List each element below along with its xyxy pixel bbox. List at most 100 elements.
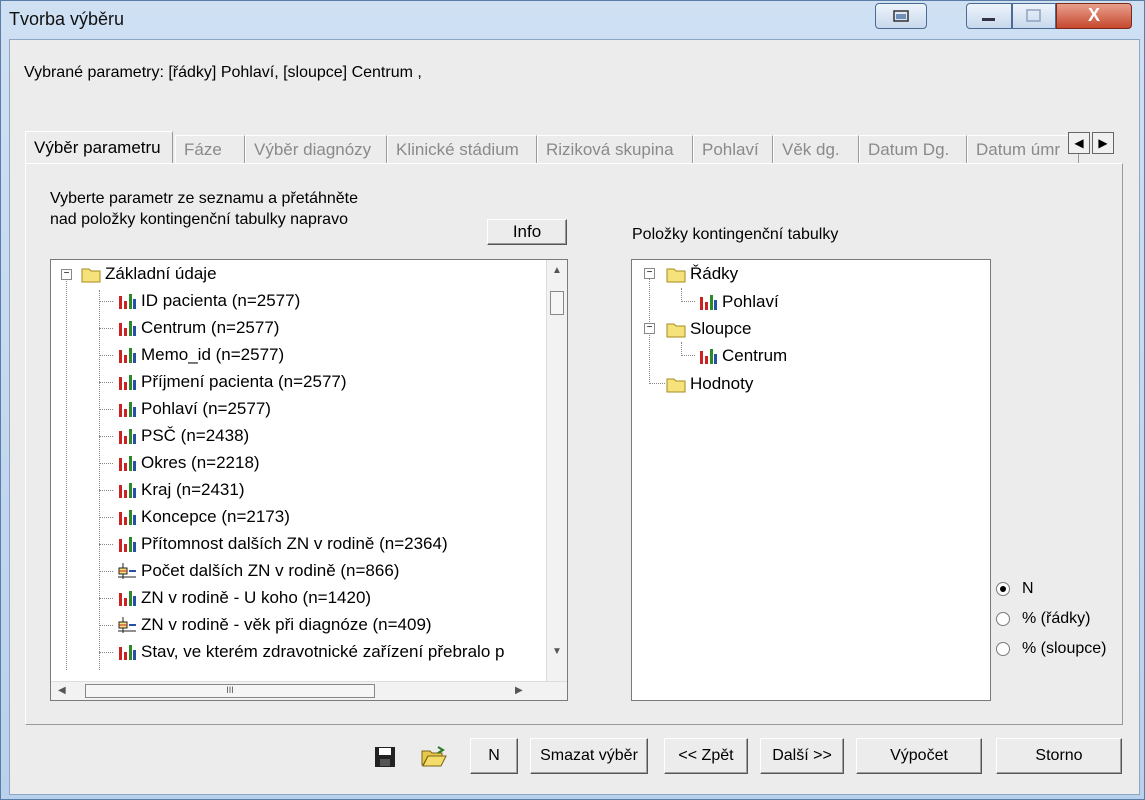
tree-item-label: Memo_id (n=2577) xyxy=(141,345,285,364)
tree-item-label: Příjmení pacienta (n=2577) xyxy=(141,372,347,391)
tree-line xyxy=(99,355,113,356)
tab-age-dg[interactable]: Věk dg. xyxy=(773,135,859,163)
collapse-toggle[interactable]: − xyxy=(644,323,655,334)
radio-label: % (řádky) xyxy=(1022,610,1091,627)
tree-item-label: Přítomnost dalších ZN v rodině (n=2364) xyxy=(141,534,448,553)
tree-line xyxy=(99,625,113,626)
tree-item-label: Pohlaví xyxy=(722,292,779,311)
tree-line xyxy=(99,598,113,599)
tab-panel: Vyberte parametr ze seznamu a přetáhněte… xyxy=(25,163,1123,725)
tab-sex[interactable]: Pohlaví xyxy=(693,135,773,163)
collapse-toggle[interactable]: − xyxy=(644,268,655,279)
instructions-line-1: Vyberte parametr ze seznamu a přetáhněte xyxy=(50,190,359,207)
tree-item-label: ZN v rodině - věk při diagnóze (n=409) xyxy=(141,615,432,634)
bar-chart-icon xyxy=(119,429,136,444)
tree-line xyxy=(66,274,67,670)
folder-icon xyxy=(81,268,101,283)
tab-parameter-selection[interactable]: Výběr parametru xyxy=(25,131,173,163)
clear-selection-button[interactable]: Smazat výběr xyxy=(530,738,648,774)
open-button[interactable] xyxy=(420,745,447,769)
next-button[interactable]: Další >> xyxy=(760,738,844,774)
bar-chart-icon xyxy=(119,321,136,336)
radio-indicator[interactable] xyxy=(996,642,1010,656)
tree-line xyxy=(99,463,113,464)
save-button[interactable] xyxy=(372,745,398,769)
scroll-thumb[interactable] xyxy=(550,291,564,315)
tree-line xyxy=(99,544,113,545)
folder-icon xyxy=(666,323,686,338)
contingency-items-label: Položky kontingenční tabulky xyxy=(632,226,839,243)
radio-indicator[interactable] xyxy=(996,582,1010,596)
tab-strip: Výběr parametru Fáze Výběr diagnózy Klin… xyxy=(25,131,1122,163)
tree-line xyxy=(99,436,113,437)
window: Tvorba výběru X Vybrané parametry: [řádk… xyxy=(0,0,1145,800)
tree-item-label: Centrum (n=2577) xyxy=(141,318,280,337)
parameter-tree[interactable]: − Základní údaje ID pacienta (n=2577) Cen… xyxy=(50,259,568,701)
tab-death-date[interactable]: Datum úmr xyxy=(967,135,1079,163)
close-icon: X xyxy=(1087,5,1100,25)
maximize-icon xyxy=(1026,9,1041,22)
scroll-left-icon: ◀ xyxy=(58,685,66,696)
tab-diagnosis[interactable]: Výběr diagnózy xyxy=(245,135,387,163)
tree-folder-label: Základní údaje xyxy=(105,264,217,283)
tree-line xyxy=(99,301,113,302)
back-button[interactable]: << Zpět xyxy=(664,738,748,774)
tab-clinical-stage[interactable]: Klinické stádium xyxy=(387,135,537,163)
selected-parameters-text: Vybrané parametry: [řádky] Pohlaví, [slo… xyxy=(24,64,422,81)
folder-icon xyxy=(666,268,686,283)
compute-button[interactable]: Výpočet xyxy=(856,738,982,774)
tree-item-label: ZN v rodině - U koho (n=1420) xyxy=(141,588,372,607)
tab-risk-group[interactable]: Riziková skupina xyxy=(537,135,693,163)
bar-chart-icon xyxy=(119,591,136,606)
tab-scroll-left-button[interactable]: ◀ xyxy=(1068,132,1090,154)
tab-date-dg[interactable]: Datum Dg. xyxy=(859,135,967,163)
tree-item-label: Centrum xyxy=(722,346,788,365)
bar-chart-icon xyxy=(119,456,136,471)
instructions-line-2: nad položky kontingenční tabulky napravo xyxy=(50,211,348,228)
tree-item-label: Kraj (n=2431) xyxy=(141,480,245,499)
tree-line xyxy=(99,382,113,383)
boxplot-icon xyxy=(118,563,136,579)
cancel-button[interactable]: Storno xyxy=(996,738,1122,774)
chevron-left-icon: ◀ xyxy=(1074,136,1084,150)
contingency-tree[interactable]: − Řádky Pohlaví − Sloupce Centrum Hodnot… xyxy=(631,259,991,701)
tab-label: Výběr diagnózy xyxy=(254,140,372,159)
maximize-button[interactable] xyxy=(1012,3,1056,29)
tree-vertical-scrollbar[interactable]: ▲ ▼ xyxy=(546,260,567,684)
bar-chart-icon xyxy=(119,348,136,363)
bar-chart-icon xyxy=(700,295,717,310)
scroll-right-icon: ▶ xyxy=(515,685,523,696)
tab-label: Riziková skupina xyxy=(546,140,674,159)
radio-label: N xyxy=(1022,580,1034,597)
instructions-text: Vyberte parametr ze seznamu a přetáhněte… xyxy=(50,188,358,230)
tab-scroll-right-button[interactable]: ▶ xyxy=(1092,132,1114,154)
minimize-button[interactable] xyxy=(966,3,1012,29)
tab-phase[interactable]: Fáze xyxy=(175,135,245,163)
close-button[interactable]: X xyxy=(1056,3,1132,29)
scroll-thumb[interactable]: III xyxy=(85,684,375,698)
title-bar: Tvorba výběru X xyxy=(1,1,1144,39)
tree-line xyxy=(99,328,113,329)
bar-chart-icon xyxy=(119,645,136,660)
folder-icon xyxy=(666,378,686,393)
tree-line xyxy=(99,290,100,670)
tree-horizontal-scrollbar[interactable]: ◀ III ▶ xyxy=(51,681,567,700)
tab-label: Pohlaví xyxy=(702,140,759,159)
tree-folder-label: Řádky xyxy=(690,264,739,283)
n-button[interactable]: N xyxy=(470,738,518,774)
tree-item-label: Okres (n=2218) xyxy=(141,453,260,472)
bar-chart-icon xyxy=(119,402,136,417)
info-button[interactable]: Info xyxy=(487,219,567,245)
scroll-up-icon: ▲ xyxy=(552,265,562,276)
bar-chart-icon xyxy=(119,510,136,525)
tree-line xyxy=(99,517,113,518)
tree-line xyxy=(99,571,113,572)
bar-chart-icon xyxy=(119,537,136,552)
collapse-toggle[interactable]: − xyxy=(61,269,72,280)
radio-indicator[interactable] xyxy=(996,612,1010,626)
tree-line xyxy=(99,652,113,653)
restore-button[interactable] xyxy=(875,3,927,29)
tree-line xyxy=(681,355,695,356)
tree-line xyxy=(99,409,113,410)
tree-folder-label: Hodnoty xyxy=(690,374,754,393)
